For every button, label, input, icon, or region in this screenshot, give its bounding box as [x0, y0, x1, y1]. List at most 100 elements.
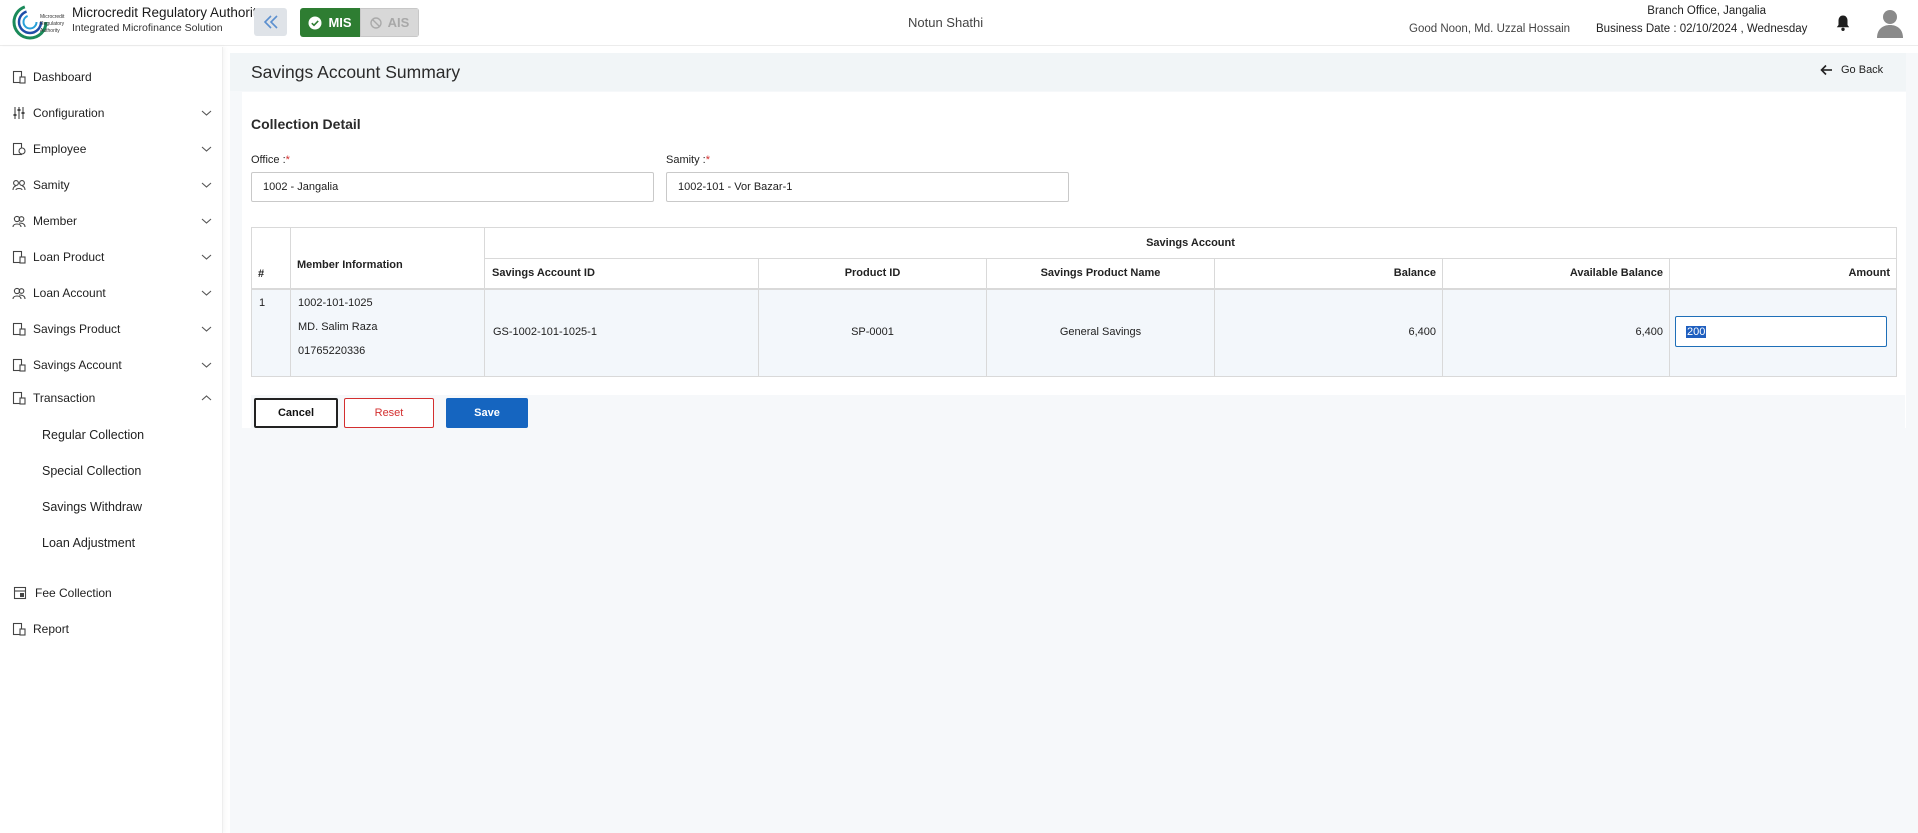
- mis-mode-button[interactable]: MIS: [300, 8, 360, 37]
- section-title: Collection Detail: [251, 116, 361, 132]
- savings-collection-table: Savings Account # Member Information Sav…: [251, 227, 1897, 377]
- sidebar-item-label: Report: [33, 622, 70, 636]
- chevron-down-icon: [201, 290, 212, 296]
- sidebar-item-transaction[interactable]: Transaction: [0, 384, 223, 412]
- go-back-label: Go Back: [1841, 64, 1884, 76]
- balance-cell: 6,400: [1408, 326, 1436, 338]
- sidebar-item-report[interactable]: Report: [0, 615, 223, 643]
- savings-product-name-column-header: Savings Product Name: [1040, 267, 1161, 279]
- ais-mode-button[interactable]: AIS: [360, 8, 419, 37]
- sidebar-item-label: Savings Product: [33, 322, 121, 336]
- svg-text:Microcredit: Microcredit: [40, 14, 65, 20]
- samity-field[interactable]: [666, 172, 1069, 202]
- sidebar-item-label: Transaction: [33, 391, 96, 405]
- chevron-down-icon: [201, 326, 212, 332]
- sidebar-item-configuration[interactable]: Configuration: [0, 99, 223, 127]
- fee-collection-icon: [13, 586, 27, 600]
- savings-account-group-header: Savings Account: [1146, 237, 1235, 249]
- sidebar-item-label: Dashboard: [33, 70, 92, 84]
- sidebar-collapse-button[interactable]: [254, 8, 287, 36]
- required-marker: *: [705, 154, 711, 166]
- arrow-left-icon: [1820, 64, 1832, 76]
- member-name: MD. Salim Raza: [298, 321, 378, 333]
- sidebar-subitem-regular-collection[interactable]: Regular Collection: [42, 428, 144, 442]
- samity-label: Samity :*: [666, 154, 710, 166]
- employee-icon: [12, 142, 26, 156]
- sidebar-item-label: Loan Account: [33, 286, 106, 300]
- member-info-column-header: Member Information: [297, 259, 403, 271]
- report-icon: [12, 622, 26, 636]
- page-header: [230, 53, 1906, 91]
- chevron-up-icon: [201, 395, 212, 401]
- app-name: Notun Shathi: [908, 15, 984, 30]
- office-label: Office :*: [251, 154, 290, 166]
- product-id-column-header: Product ID: [844, 267, 901, 279]
- bell-icon[interactable]: [1835, 14, 1851, 32]
- member-phone: 01765220336: [298, 345, 366, 357]
- transaction-icon: [12, 391, 26, 405]
- chevron-down-icon: [201, 218, 212, 224]
- office-label-text: Office :: [251, 154, 286, 166]
- branch-name: Branch Office, Jangalia: [1647, 5, 1766, 17]
- sidebar-item-fee-collection[interactable]: Fee Collection: [0, 579, 223, 607]
- savings-account-id-column-header: Savings Account ID: [492, 267, 595, 279]
- sidebar-item-savings-account[interactable]: Savings Account: [0, 351, 223, 379]
- chevron-down-icon: [201, 110, 212, 116]
- sidebar-item-label: Samity: [33, 178, 70, 192]
- loan-product-icon: [12, 250, 26, 264]
- configuration-icon: [13, 107, 25, 119]
- sidebar-subitem-loan-adjustment[interactable]: Loan Adjustment: [42, 536, 135, 550]
- sidebar-subitem-savings-withdraw[interactable]: Savings Withdraw: [42, 500, 142, 514]
- business-date: Business Date : 02/10/2024 , Wednesday: [1596, 23, 1808, 35]
- savings-product-icon: [12, 322, 26, 336]
- samity-label-text: Samity :: [666, 154, 706, 166]
- ais-mode-label: AIS: [387, 15, 410, 30]
- chevron-down-icon: [201, 254, 212, 260]
- required-marker: *: [285, 154, 290, 166]
- collapse-icon: [263, 15, 278, 29]
- sidebar-item-label: Fee Collection: [35, 586, 112, 600]
- save-button[interactable]: Save: [446, 398, 528, 428]
- sidebar-item-employee[interactable]: Employee: [0, 135, 223, 163]
- sidebar-item-label: Configuration: [33, 106, 105, 120]
- amount-column-header: Amount: [1848, 267, 1890, 279]
- check-circle-icon: [308, 16, 322, 29]
- reset-button[interactable]: Reset: [344, 398, 434, 428]
- chevron-down-icon: [201, 146, 212, 152]
- user-greeting: Good Noon, Md. Uzzal Hossain: [1409, 23, 1571, 35]
- sidebar-item-loan-account[interactable]: Loan Account: [0, 279, 223, 307]
- balance-column-header: Balance: [1393, 267, 1436, 279]
- office-field[interactable]: [251, 172, 654, 202]
- chevron-down-icon: [201, 182, 212, 188]
- sidebar-item-member[interactable]: Member: [0, 207, 223, 235]
- sidebar-item-dashboard[interactable]: Dashboard: [0, 63, 223, 91]
- sidebar-item-loan-product[interactable]: Loan Product: [0, 243, 223, 271]
- amount-input[interactable]: 200: [1675, 316, 1887, 347]
- dashboard-icon: [12, 70, 26, 84]
- logo-icon: Microcredit Regulatory Authority: [12, 4, 65, 40]
- block-icon: [369, 16, 382, 29]
- available-balance-column-header: Available Balance: [1569, 267, 1663, 279]
- loan-account-icon: [12, 287, 26, 300]
- mode-switch: MIS AIS: [300, 8, 419, 37]
- amount-value: 200: [1686, 325, 1707, 338]
- sidebar-item-label: Loan Product: [33, 250, 105, 264]
- chevron-down-icon: [201, 362, 212, 368]
- row-index: 1: [259, 297, 266, 309]
- sidebar-subitem-special-collection[interactable]: Special Collection: [42, 464, 141, 478]
- go-back-button[interactable]: Go Back: [1820, 64, 1883, 76]
- sidebar-item-samity[interactable]: Samity: [0, 171, 223, 199]
- top-bar: Microcredit Regulatory Authority Microcr…: [0, 0, 1918, 46]
- samity-icon: [12, 180, 26, 191]
- available-balance-cell: 6,400: [1635, 326, 1663, 338]
- member-icon: [12, 215, 26, 228]
- org-subtitle: Integrated Microfinance Solution: [72, 22, 223, 34]
- cancel-button[interactable]: Cancel: [254, 398, 338, 428]
- savings-account-id-cell: GS-1002-101-1025-1: [493, 326, 597, 338]
- sidebar-item-savings-product[interactable]: Savings Product: [0, 315, 223, 343]
- mis-mode-label: MIS: [328, 15, 352, 30]
- svg-text:Regulatory: Regulatory: [40, 21, 65, 27]
- user-avatar-icon[interactable]: [1876, 8, 1904, 38]
- index-column-header: #: [258, 268, 265, 280]
- savings-account-icon: [12, 358, 26, 372]
